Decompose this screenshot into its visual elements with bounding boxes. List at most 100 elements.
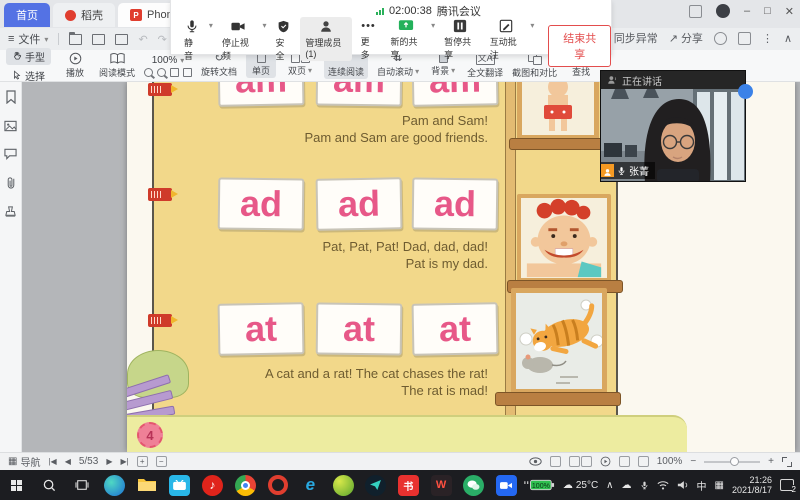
bookmark-icon[interactable] — [5, 90, 17, 104]
taskbar-file-explorer-icon[interactable] — [131, 470, 164, 500]
maximize-button[interactable]: □ — [764, 5, 771, 17]
zoom-minus-button[interactable]: − — [690, 456, 696, 467]
fit-width-button[interactable] — [619, 456, 630, 467]
tray-expand-icon[interactable]: ∧ — [606, 480, 613, 491]
tab-docer[interactable]: 稻壳 — [53, 3, 115, 27]
taskbar-tencent-meeting-icon[interactable] — [490, 470, 523, 500]
taskbar-xiaohongshu-icon[interactable]: 书 — [392, 470, 425, 500]
save-icon[interactable] — [92, 34, 105, 45]
annotate-button[interactable]: 互动批注 — [485, 17, 527, 63]
remove-page-button[interactable]: − — [156, 456, 167, 467]
comment-panel-icon[interactable] — [738, 32, 751, 45]
fit-width-icon[interactable] — [170, 68, 179, 77]
taskbar-360-icon[interactable] — [327, 470, 360, 500]
tab-home[interactable]: 首页 — [4, 3, 50, 27]
camera-caret-icon[interactable]: ▾ — [262, 21, 266, 30]
help-icon[interactable] — [714, 32, 727, 45]
taskbar-red-w-app-icon[interactable]: W — [425, 470, 458, 500]
annotate-caret-icon[interactable]: ▾ — [530, 21, 534, 30]
select-tool-button[interactable]: 选择 — [6, 67, 51, 84]
taskbar-wechat-icon[interactable] — [457, 470, 490, 500]
single-view-icon[interactable] — [550, 456, 561, 467]
account-avatar[interactable] — [716, 4, 730, 18]
print-icon[interactable] — [115, 34, 128, 45]
meeting-dock-badge[interactable] — [738, 84, 753, 99]
security-button[interactable]: 安全 — [271, 17, 297, 64]
action-center-icon[interactable]: 2 — [780, 479, 794, 491]
zoom-in-icon[interactable] — [157, 68, 166, 77]
last-page-button[interactable]: ▶| — [120, 457, 128, 466]
search-button[interactable] — [33, 470, 66, 500]
eye-protect-icon[interactable] — [529, 457, 542, 466]
new-share-button[interactable]: 新的共享 — [385, 17, 427, 63]
close-button[interactable]: ✕ — [785, 5, 794, 18]
taskbar-docs-icon[interactable] — [359, 470, 392, 500]
zoom-slider[interactable] — [704, 461, 760, 463]
open-icon[interactable] — [69, 34, 82, 45]
stamp-icon[interactable] — [4, 205, 17, 218]
minimize-button[interactable]: – — [744, 5, 750, 17]
mute-button[interactable]: 静音 — [179, 17, 205, 64]
weather-widget[interactable]: ☁ 25°C — [563, 480, 598, 491]
caret-down-icon: ▾ — [415, 67, 419, 76]
navigation-toggle[interactable]: ▦ 导航 — [8, 454, 40, 469]
phonics-card: ad — [218, 177, 305, 230]
taskbar-netease-music-icon[interactable]: ♪ — [196, 470, 229, 500]
undo-icon[interactable]: ↶ — [138, 33, 147, 46]
zoom-slider-knob[interactable] — [730, 457, 739, 466]
taskbar-ie-icon[interactable]: e — [294, 470, 327, 500]
taskbar-opera-icon[interactable] — [261, 470, 294, 500]
pause-share-button[interactable]: 暂停共享 — [439, 17, 481, 63]
audio-stamp-icon — [148, 314, 172, 327]
screen: 首页 稻壳 P Phon... – □ ✕ ≡ 文件 ▾ — [0, 0, 800, 500]
presentation-icon[interactable] — [600, 456, 611, 467]
next-page-button[interactable]: ▶ — [106, 457, 112, 466]
attachment-icon[interactable] — [5, 176, 17, 189]
fit-page-button[interactable] — [638, 456, 649, 467]
prev-page-button[interactable]: ◀ — [65, 457, 71, 466]
share-arrow-icon: ↗ — [669, 32, 678, 45]
play-button[interactable]: 播放 — [60, 52, 90, 79]
stop-video-button[interactable]: 停止视频 — [217, 17, 259, 64]
taskbar-clock[interactable]: 21:26 2021/8/17 — [732, 475, 772, 495]
manage-members-button[interactable]: 管理成员(1) — [300, 17, 351, 61]
collapse-toolbar-icon[interactable]: ∧ — [784, 32, 792, 45]
webcam-header[interactable]: 正在讲话 — [601, 71, 745, 89]
onedrive-cloud-icon[interactable]: ☁ — [622, 480, 632, 491]
status-zoom-value[interactable]: 100% — [657, 456, 683, 467]
workspace-icon[interactable] — [689, 5, 702, 18]
share-caret-icon[interactable]: ▾ — [431, 21, 435, 30]
taskbar-edge-icon[interactable] — [98, 470, 131, 500]
redo-icon[interactable]: ↷ — [158, 33, 167, 46]
start-button[interactable] — [0, 470, 33, 500]
read-mode-button[interactable]: 阅读模式 — [99, 52, 135, 79]
first-page-button[interactable]: |◀ — [48, 457, 56, 466]
webcam-window[interactable]: 正在讲话 — [600, 70, 746, 182]
speaker-icon[interactable] — [677, 480, 689, 490]
fit-page-icon[interactable] — [183, 68, 192, 77]
wifi-icon[interactable] — [657, 480, 669, 490]
zoom-plus-button[interactable]: + — [768, 456, 774, 467]
battery-icon[interactable]: 100% — [523, 478, 555, 492]
task-view-button[interactable] — [65, 470, 98, 500]
fullscreen-icon[interactable] — [782, 457, 792, 467]
touch-keyboard-icon[interactable]: ▦ — [715, 480, 724, 491]
end-share-button[interactable]: 结束共享 — [548, 25, 611, 67]
more-vertical-icon[interactable]: ⋮ — [762, 32, 773, 45]
insert-page-button[interactable]: + — [137, 456, 148, 467]
tray-mic-icon[interactable] — [640, 480, 649, 491]
hand-tool-button[interactable]: 手型 — [6, 48, 51, 65]
double-view-icon[interactable] — [569, 456, 592, 467]
camera-icon — [230, 19, 246, 34]
more-button[interactable]: ••• 更多 — [356, 17, 382, 63]
mic-caret-icon[interactable]: ▾ — [209, 21, 213, 30]
comment-icon[interactable] — [4, 148, 17, 160]
zoom-out-icon[interactable] — [144, 68, 153, 77]
file-menu[interactable]: ≡ 文件 ▾ — [8, 31, 48, 47]
taskbar-bilibili-icon[interactable] — [163, 470, 196, 500]
page-indicator[interactable]: 5/53 — [79, 456, 98, 467]
share-button[interactable]: ↗ 分享 — [669, 30, 703, 46]
ime-indicator[interactable]: 中 — [697, 478, 707, 493]
thumbnails-icon[interactable] — [4, 120, 17, 132]
taskbar-chrome-icon[interactable] — [229, 470, 262, 500]
